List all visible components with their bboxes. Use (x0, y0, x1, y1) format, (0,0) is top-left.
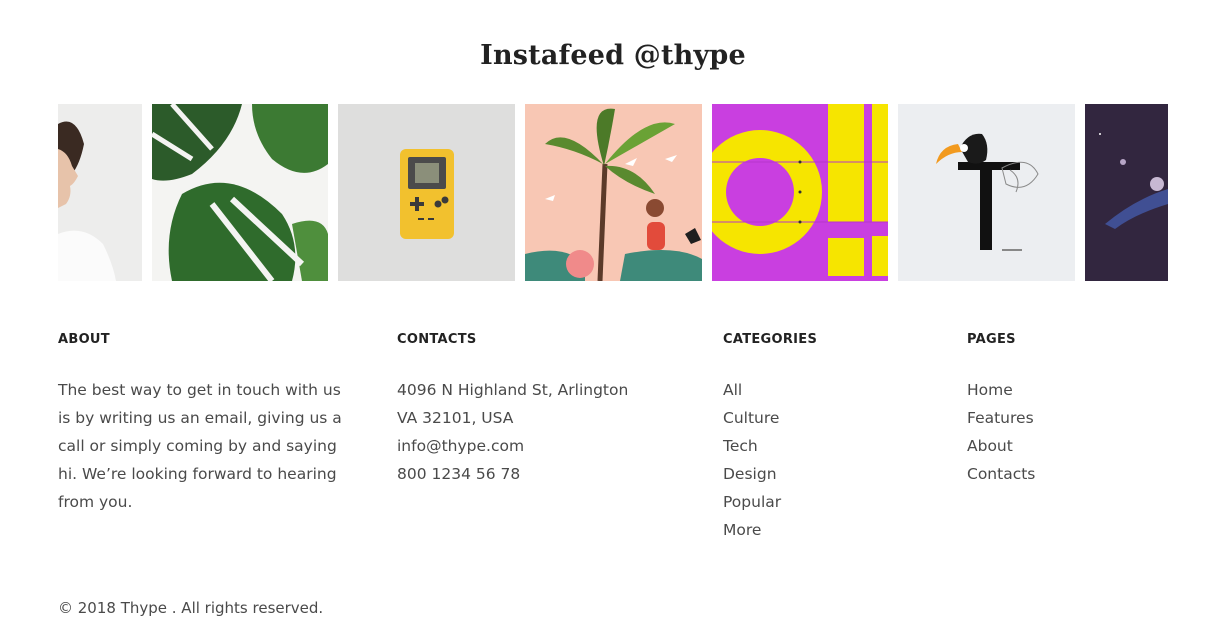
category-link-design[interactable]: Design (723, 460, 781, 488)
contact-address-line2: VA 32101, USA (397, 409, 514, 427)
category-link-more[interactable]: More (723, 516, 781, 544)
about-heading: ABOUT (58, 332, 110, 347)
insta-photo-portrait[interactable] (58, 104, 142, 281)
copyright-text: © 2018 Thype . All rights reserved. (58, 599, 324, 617)
insta-photo-gameboy[interactable] (338, 104, 515, 281)
insta-photo-toucan[interactable] (898, 104, 1075, 281)
instafeed-title: Instafeed @thype (480, 40, 746, 71)
insta-photo-space[interactable] (1085, 104, 1168, 281)
page-link-contacts[interactable]: Contacts (967, 460, 1035, 488)
insta-photo-monstera[interactable] (152, 104, 328, 281)
pages-heading: PAGES (967, 332, 1016, 347)
insta-photo-sign[interactable] (712, 104, 888, 281)
about-text: The best way to get in touch with us is … (58, 381, 342, 511)
category-link-tech[interactable]: Tech (723, 432, 781, 460)
categories-list: All Culture Tech Design Popular More (723, 376, 781, 544)
page-link-features[interactable]: Features (967, 404, 1035, 432)
contact-phone[interactable]: 800 1234 56 78 (397, 460, 628, 488)
contacts-block: 4096 N Highland St, Arlington VA 32101, … (397, 376, 628, 488)
categories-heading: CATEGORIES (723, 332, 818, 347)
page-link-about[interactable]: About (967, 432, 1035, 460)
category-link-culture[interactable]: Culture (723, 404, 781, 432)
contacts-heading: CONTACTS (397, 332, 477, 347)
category-link-popular[interactable]: Popular (723, 488, 781, 516)
contact-address-line1: 4096 N Highland St, Arlington (397, 381, 629, 399)
insta-photo-illustration[interactable] (525, 104, 702, 281)
page-link-home[interactable]: Home (967, 376, 1035, 404)
category-link-all[interactable]: All (723, 376, 781, 404)
pages-list: Home Features About Contacts (967, 376, 1035, 488)
contact-email-link[interactable]: info@thype.com (397, 432, 628, 460)
